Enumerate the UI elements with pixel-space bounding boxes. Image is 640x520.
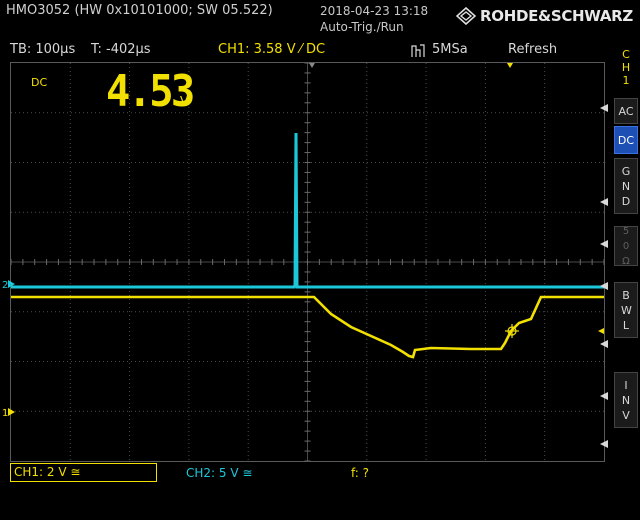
ch1-scale-label: CH1: 2 V ≅ [14, 465, 81, 479]
softkey-gnd[interactable]: GND [614, 158, 638, 214]
ch2-ground-marker[interactable]: 2 [2, 280, 16, 291]
softkey-arrow-icon [600, 198, 608, 206]
softkey-panel: CH1 AC DC GND 50Ω BWL INV [600, 40, 640, 500]
ch2-scale-label[interactable]: CH2: 5 V ≅ [186, 466, 252, 480]
acquire-icon [411, 44, 425, 62]
measurement-unit: V [180, 94, 189, 108]
timebase-label[interactable]: TB: 100µs [10, 42, 75, 57]
instrument-id: HMO3052 (HW 0x10101000; SW 05.522) [6, 3, 273, 18]
acquisition-mode-label[interactable]: Refresh [508, 42, 557, 57]
softkey-arrow-icon [600, 104, 608, 112]
softkey-dc-label: DC [617, 133, 635, 147]
datetime: 2018-04-23 13:18 [320, 4, 429, 18]
waveform-plot [11, 63, 604, 461]
softkey-ac-label: AC [618, 104, 634, 118]
softkey-bwl[interactable]: BWL [614, 282, 638, 338]
channel-tag-text: CH1 [621, 48, 631, 87]
softkey-impedance-label: 50Ω [622, 225, 630, 267]
softkey-gnd-label: GND [621, 164, 631, 208]
frequency-readout: f: ? [351, 466, 370, 480]
softkey-bwl-label: BWL [621, 288, 632, 332]
softkey-inv-label: INV [621, 378, 631, 422]
sample-rate-label: 5MSa [432, 42, 468, 57]
measurement-coupling: DC [31, 76, 48, 89]
softkey-arrow-icon [600, 240, 608, 248]
trigger-pretrigger-marker [507, 63, 513, 68]
trigger-position-marker [309, 63, 315, 68]
softkey-ac[interactable]: AC [614, 98, 638, 124]
softkey-arrow-icon [600, 392, 608, 400]
header-clock: 2018-04-23 13:18 Auto-Trig./Run [320, 3, 428, 35]
softkey-channel-tag: CH1 [612, 48, 640, 87]
trigger-level-marker [598, 328, 604, 334]
softkey-arrow-icon [600, 440, 608, 448]
trigger-status: Auto-Trig./Run [320, 20, 404, 34]
status-bar: TB: 100µs T: -402µs CH1: 3.58 V ⁄ DC 5MS… [0, 40, 612, 60]
measurement-value: 4.53 [106, 66, 195, 117]
softkey-dc[interactable]: DC [614, 126, 638, 154]
softkey-inv[interactable]: INV [614, 372, 638, 428]
waveform-display[interactable] [10, 62, 605, 462]
softkey-arrow-icon [600, 282, 608, 290]
softkey-impedance[interactable]: 50Ω [614, 225, 638, 267]
softkey-arrow-icon [600, 340, 608, 348]
rohde-schwarz-diamond-icon [456, 7, 476, 25]
brand-name: ROHDE&SCHWARZ [480, 7, 634, 25]
trigger-time-label[interactable]: T: -402µs [91, 42, 151, 57]
brand-logo: ROHDE&SCHWARZ [456, 7, 633, 25]
ch1-trigger-label[interactable]: CH1: 3.58 V ⁄ DC [218, 42, 325, 57]
ch1-ground-marker[interactable]: 1 [2, 408, 16, 419]
ch1-scale-box[interactable]: CH1: 2 V ≅ [10, 463, 157, 482]
